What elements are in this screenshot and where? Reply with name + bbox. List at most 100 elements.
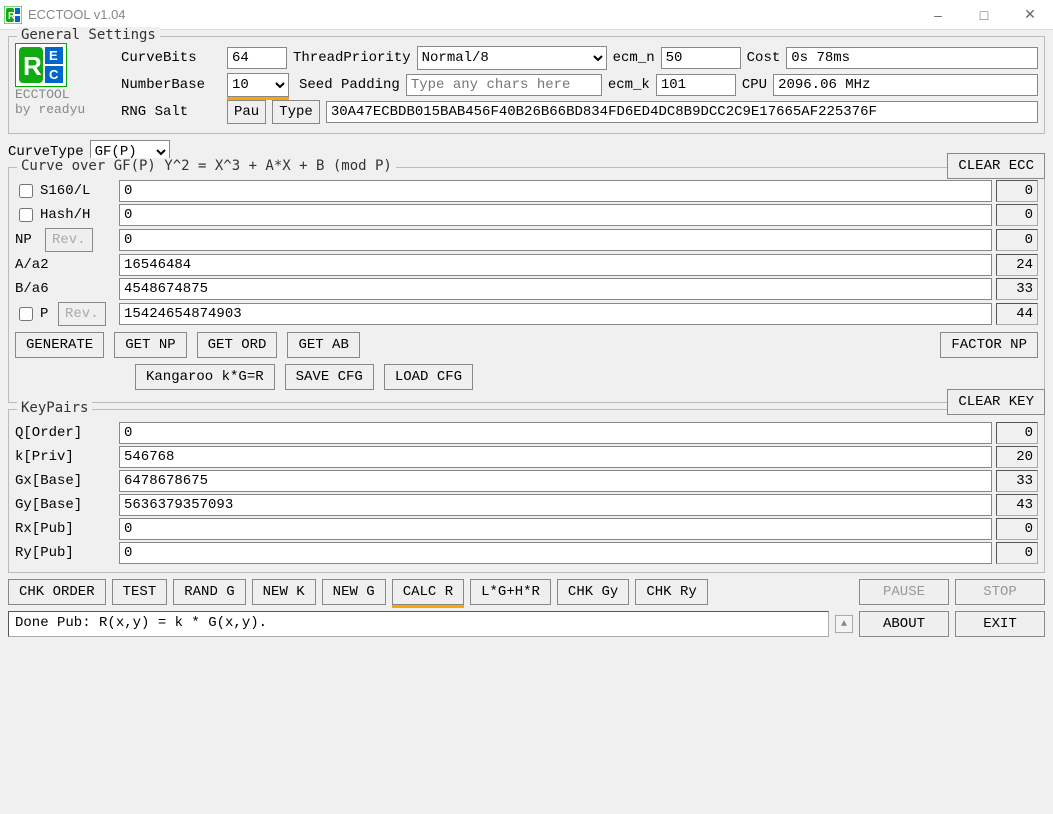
minimize-button[interactable]: – <box>915 0 961 30</box>
np-label: NP <box>15 232 41 248</box>
rngsalt-input[interactable] <box>326 101 1038 123</box>
curvebits-input[interactable] <box>227 47 287 69</box>
about-button[interactable]: ABOUT <box>859 611 949 637</box>
q-count: 0 <box>996 422 1038 444</box>
rx-label: Rx[Pub] <box>15 521 74 537</box>
client-area: General Settings REC ECCTOOL by readyu C… <box>0 30 1053 648</box>
gx-input[interactable] <box>119 470 992 492</box>
logo-author: by readyu <box>15 102 85 117</box>
rand-g-button[interactable]: RAND G <box>173 579 245 605</box>
gy-count: 43 <box>996 494 1038 516</box>
gy-input[interactable] <box>119 494 992 516</box>
general-settings-legend: General Settings <box>17 27 160 43</box>
ecm-n-label: ecm_n <box>613 50 655 66</box>
chk-gy-button[interactable]: CHK Gy <box>557 579 629 605</box>
logo-column: REC ECCTOOL by readyu <box>15 43 111 127</box>
ecm-n-input[interactable] <box>661 47 741 69</box>
np-rev-button[interactable]: Rev. <box>45 228 93 252</box>
ry-count: 0 <box>996 542 1038 564</box>
svg-text:C: C <box>49 67 59 82</box>
s160-input[interactable] <box>119 180 992 202</box>
load-cfg-button[interactable]: LOAD CFG <box>384 364 473 390</box>
logo-name: ECCTOOL <box>15 87 70 102</box>
logo-icon: REC <box>15 43 67 87</box>
cpu-label: CPU <box>742 77 767 93</box>
hash-label: Hash/H <box>40 207 90 223</box>
k-label: k[Priv] <box>15 449 74 465</box>
curvebits-label: CurveBits <box>121 50 221 66</box>
q-input[interactable] <box>119 422 992 444</box>
status-output: Done Pub: R(x,y) = k * G(x,y). <box>8 611 829 637</box>
threadpriority-select[interactable]: Normal/8 <box>417 46 607 70</box>
hash-checkbox[interactable] <box>19 208 33 222</box>
s160-label: S160/L <box>40 183 90 199</box>
ry-input[interactable] <box>119 542 992 564</box>
k-count: 20 <box>996 446 1038 468</box>
curve-group: Curve over GF(P) Y^2 = X^3 + A*X + B (mo… <box>8 167 1045 403</box>
gx-label: Gx[Base] <box>15 473 82 489</box>
new-k-button[interactable]: NEW K <box>252 579 316 605</box>
numberbase-select[interactable]: 10 <box>227 73 289 97</box>
ecm-k-input[interactable] <box>656 74 736 96</box>
hash-count: 0 <box>996 204 1038 226</box>
b-label: B/a6 <box>15 281 49 297</box>
b-input[interactable] <box>119 278 992 300</box>
gy-label: Gy[Base] <box>15 497 82 513</box>
a-label: A/a2 <box>15 257 49 273</box>
calc-r-button[interactable]: CALC R <box>392 579 464 605</box>
test-button[interactable]: TEST <box>112 579 168 605</box>
gx-count: 33 <box>996 470 1038 492</box>
rx-input[interactable] <box>119 518 992 540</box>
lghr-button[interactable]: L*G+H*R <box>470 579 551 605</box>
stop-button[interactable]: STOP <box>955 579 1045 605</box>
title-bar: R ECCTOOL v1.04 – □ ✕ <box>0 0 1053 30</box>
p-label: P <box>40 306 54 322</box>
clear-key-button[interactable]: CLEAR KEY <box>947 389 1045 415</box>
b-count: 33 <box>996 278 1038 300</box>
s160-checkbox[interactable] <box>19 184 33 198</box>
pause-button[interactable]: PAUSE <box>859 579 949 605</box>
seedpadding-label: Seed Padding <box>299 77 400 93</box>
save-cfg-button[interactable]: SAVE CFG <box>285 364 374 390</box>
p-rev-button[interactable]: Rev. <box>58 302 106 326</box>
pause-rng-button[interactable]: Pau <box>227 100 266 124</box>
np-count: 0 <box>996 229 1038 251</box>
clear-ecc-button[interactable]: CLEAR ECC <box>947 153 1045 179</box>
keypairs-legend: KeyPairs <box>17 400 92 416</box>
svg-text:R: R <box>23 51 42 81</box>
generate-button[interactable]: GENERATE <box>15 332 104 358</box>
p-input[interactable] <box>119 303 992 325</box>
new-g-button[interactable]: NEW G <box>322 579 386 605</box>
ecm-k-label: ecm_k <box>608 77 650 93</box>
cpu-output <box>773 74 1038 96</box>
a-input[interactable] <box>119 254 992 276</box>
svg-text:R: R <box>8 11 16 22</box>
rx-count: 0 <box>996 518 1038 540</box>
get-ord-button[interactable]: GET ORD <box>197 332 278 358</box>
seedpadding-input[interactable] <box>406 74 602 96</box>
maximize-button[interactable]: □ <box>961 0 1007 30</box>
close-button[interactable]: ✕ <box>1007 0 1053 30</box>
type-rng-button[interactable]: Type <box>272 100 320 124</box>
svg-text:E: E <box>49 48 58 63</box>
k-input[interactable] <box>119 446 992 468</box>
chk-order-button[interactable]: CHK ORDER <box>8 579 106 605</box>
kangaroo-button[interactable]: Kangaroo k*G=R <box>135 364 275 390</box>
exit-button[interactable]: EXIT <box>955 611 1045 637</box>
app-icon: R <box>4 6 22 24</box>
scroll-up-icon[interactable]: ▲ <box>835 615 853 633</box>
q-label: Q[Order] <box>15 425 82 441</box>
window-title: ECCTOOL v1.04 <box>28 7 126 22</box>
np-input[interactable] <box>119 229 992 251</box>
threadpriority-label: ThreadPriority <box>293 50 411 66</box>
p-count: 44 <box>996 303 1038 325</box>
get-ab-button[interactable]: GET AB <box>287 332 359 358</box>
rngsalt-label: RNG Salt <box>121 104 221 120</box>
factor-np-button[interactable]: FACTOR NP <box>940 332 1038 358</box>
hash-input[interactable] <box>119 204 992 226</box>
cost-label: Cost <box>747 50 781 66</box>
s160-count: 0 <box>996 180 1038 202</box>
chk-ry-button[interactable]: CHK Ry <box>635 579 707 605</box>
get-np-button[interactable]: GET NP <box>114 332 186 358</box>
p-checkbox[interactable] <box>19 307 33 321</box>
